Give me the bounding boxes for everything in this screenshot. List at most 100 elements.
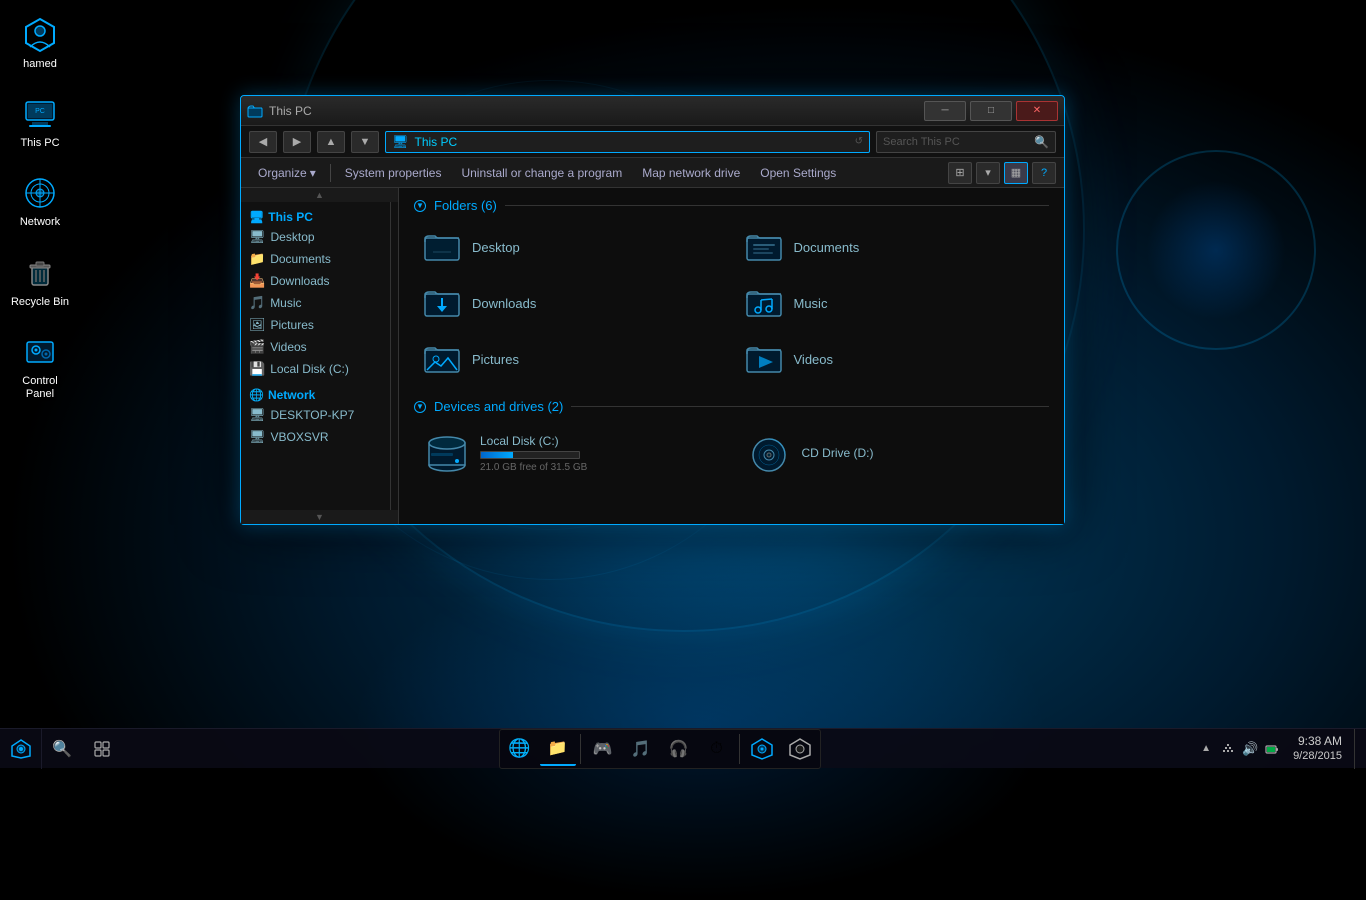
search-field[interactable]: Search This PC 🔍 (876, 131, 1056, 153)
desktop-icon-network[interactable]: Network (5, 168, 75, 234)
folder-item-documents[interactable]: Documents (736, 223, 1050, 271)
media1-icon: 🎮 (593, 739, 613, 759)
map-drive-button[interactable]: Map network drive (633, 163, 749, 183)
uninstall-button[interactable]: Uninstall or change a program (452, 163, 631, 183)
taskbar-icon-explorer[interactable]: 📁 (540, 732, 576, 766)
taskbar-icon-media1[interactable]: 🎮 (585, 732, 621, 766)
pictures-sidebar-icon: 🖼 (249, 317, 266, 333)
folder-item-videos[interactable]: Videos (736, 335, 1050, 383)
sidebar-item-documents[interactable]: 📁 Documents (241, 248, 390, 270)
tray-battery[interactable] (1263, 729, 1281, 769)
sidebar-item-local-disk[interactable]: 💾 Local Disk (C:) (241, 358, 390, 380)
local-disk-info: Local Disk (C:) 21.0 GB free of 31.5 GB (480, 434, 587, 473)
content-area: ▲ 🖥 This PC 🖥 Desktop 📁 Documents 📥 Down… (241, 188, 1064, 524)
sidebar-scroll-up[interactable]: ▲ (241, 188, 398, 202)
taskbar-icon-aw1[interactable] (744, 732, 780, 766)
local-disk-fill (481, 452, 513, 458)
minimize-button[interactable]: ─ (924, 101, 966, 121)
view-details-button[interactable]: ▦ (1004, 162, 1028, 184)
tray-chevron[interactable]: ▲ (1197, 729, 1215, 769)
system-properties-button[interactable]: System properties (336, 163, 451, 183)
sidebar-item-desktop-kp7[interactable]: 🖥 DESKTOP-KP7 (241, 404, 390, 426)
taskbar-icon-ie[interactable]: 🌐 (502, 732, 538, 766)
network-sidebar-icon: 🌐 (249, 388, 264, 402)
window-controls: ─ □ ✕ (924, 101, 1058, 121)
sidebar-scroll-down[interactable]: ▼ (241, 510, 398, 524)
system-clock[interactable]: 9:38 AM 9/28/2015 (1285, 734, 1350, 764)
dropdown-button[interactable]: ▼ (351, 131, 379, 153)
downloads-sidebar-icon: 📥 (249, 273, 265, 289)
search-placeholder: Search This PC (883, 136, 960, 148)
toolbar: Organize ▾ System properties Uninstall o… (241, 158, 1064, 188)
taskbar-search-button[interactable]: 🔍 (42, 729, 82, 769)
desktop-icon-recycle-bin[interactable]: Recycle Bin (5, 248, 75, 314)
explorer-taskbar-icon: 📁 (548, 738, 568, 758)
taskbar-separator (580, 734, 581, 764)
sidebar-item-pictures[interactable]: 🖼 Pictures (241, 314, 390, 336)
folder-title-icon (247, 103, 263, 119)
organize-button[interactable]: Organize ▾ (249, 163, 325, 183)
organize-arrow: ▾ (310, 166, 316, 180)
open-settings-button[interactable]: Open Settings (751, 163, 845, 183)
folders-arrow[interactable]: ▼ (414, 200, 426, 212)
title-bar: This PC ─ □ ✕ (241, 96, 1064, 126)
up-button[interactable]: ▲ (317, 131, 345, 153)
sidebar-item-desktop[interactable]: 🖥 Desktop (241, 226, 390, 248)
forward-button[interactable]: ▶ (283, 131, 311, 153)
show-desktop-button[interactable] (1354, 729, 1360, 769)
sidebar-this-pc-section[interactable]: 🖥 This PC (241, 206, 390, 226)
folder-item-desktop[interactable]: Desktop (414, 223, 728, 271)
back-button[interactable]: ◀ (249, 131, 277, 153)
network-sidebar-label: Network (268, 388, 315, 402)
task-view-icon (94, 741, 110, 757)
taskbar-icon-media3[interactable]: 🎧 (661, 732, 697, 766)
taskbar-pinned-icons: 🌐 📁 🎮 🎵 🎧 ⏱ (499, 729, 821, 769)
desktop-icon-this-pc[interactable]: PC This PC (5, 89, 75, 155)
drives-section-line (571, 406, 1049, 407)
drive-item-c[interactable]: Local Disk (C:) 21.0 GB free of 31.5 GB (414, 424, 728, 482)
help-button[interactable]: ? (1032, 162, 1056, 184)
drive-item-d[interactable]: CD Drive (D:) (736, 424, 1050, 482)
taskbar-icon-aw2[interactable] (782, 732, 818, 766)
videos-folder-icon (744, 341, 784, 377)
maximize-button[interactable]: □ (970, 101, 1012, 121)
address-bar: ◀ ▶ ▲ ▼ 🖥 This PC ↺ Search This PC 🔍 (241, 126, 1064, 158)
documents-sidebar-icon: 📁 (249, 251, 265, 267)
cd-drive-icon (746, 432, 792, 474)
folder-item-music[interactable]: Music (736, 279, 1050, 327)
sidebar-network-section[interactable]: 🌐 Network (241, 384, 390, 404)
sidebar-item-downloads[interactable]: 📥 Downloads (241, 270, 390, 292)
sidebar-item-videos[interactable]: 🎬 Videos (241, 336, 390, 358)
pictures-sidebar-label: Pictures (271, 318, 314, 332)
desktop-folder-icon (422, 229, 462, 265)
taskbar-icon-media2[interactable]: 🎵 (623, 732, 659, 766)
sidebar-item-vboxsvr[interactable]: 🖥 VBOXSVR (241, 426, 390, 448)
control-panel-label: Control Panel (10, 375, 70, 401)
alienware-icon-2 (788, 737, 812, 761)
clock-date: 9/28/2015 (1293, 749, 1342, 763)
close-button[interactable]: ✕ (1016, 101, 1058, 121)
this-pc-sidebar-icon: 🖥 (249, 210, 264, 224)
network-icon (20, 173, 60, 213)
view-dropdown-button[interactable]: ▾ (976, 162, 1000, 184)
desktop-icon-control-panel[interactable]: Control Panel (5, 327, 75, 406)
downloads-folder-label: Downloads (472, 296, 536, 311)
sidebar-item-music[interactable]: 🎵 Music (241, 292, 390, 314)
folder-item-downloads[interactable]: Downloads (414, 279, 728, 327)
sidebar: 🖥 This PC 🖥 Desktop 📁 Documents 📥 Downlo… (241, 202, 391, 510)
refresh-icon[interactable]: ↺ (855, 136, 863, 147)
clock-time: 9:38 AM (1298, 734, 1342, 750)
tray-network[interactable] (1219, 729, 1237, 769)
start-button[interactable] (0, 729, 42, 769)
folders-section-label: Folders (6) (434, 198, 497, 213)
view-tiles-button[interactable]: ⊞ (948, 162, 972, 184)
address-field[interactable]: 🖥 This PC ↺ (385, 131, 870, 153)
drives-arrow[interactable]: ▼ (414, 401, 426, 413)
taskbar-icon-clock-widget[interactable]: ⏱ (699, 732, 735, 766)
local-disk-sidebar-label: Local Disk (C:) (270, 362, 349, 376)
folder-item-pictures[interactable]: Pictures (414, 335, 728, 383)
vboxsvr-label: VBOXSVR (271, 430, 329, 444)
desktop-icon-hamed[interactable]: hamed (5, 10, 75, 76)
tray-volume[interactable]: 🔊 (1241, 729, 1259, 769)
task-view-button[interactable] (82, 729, 122, 769)
